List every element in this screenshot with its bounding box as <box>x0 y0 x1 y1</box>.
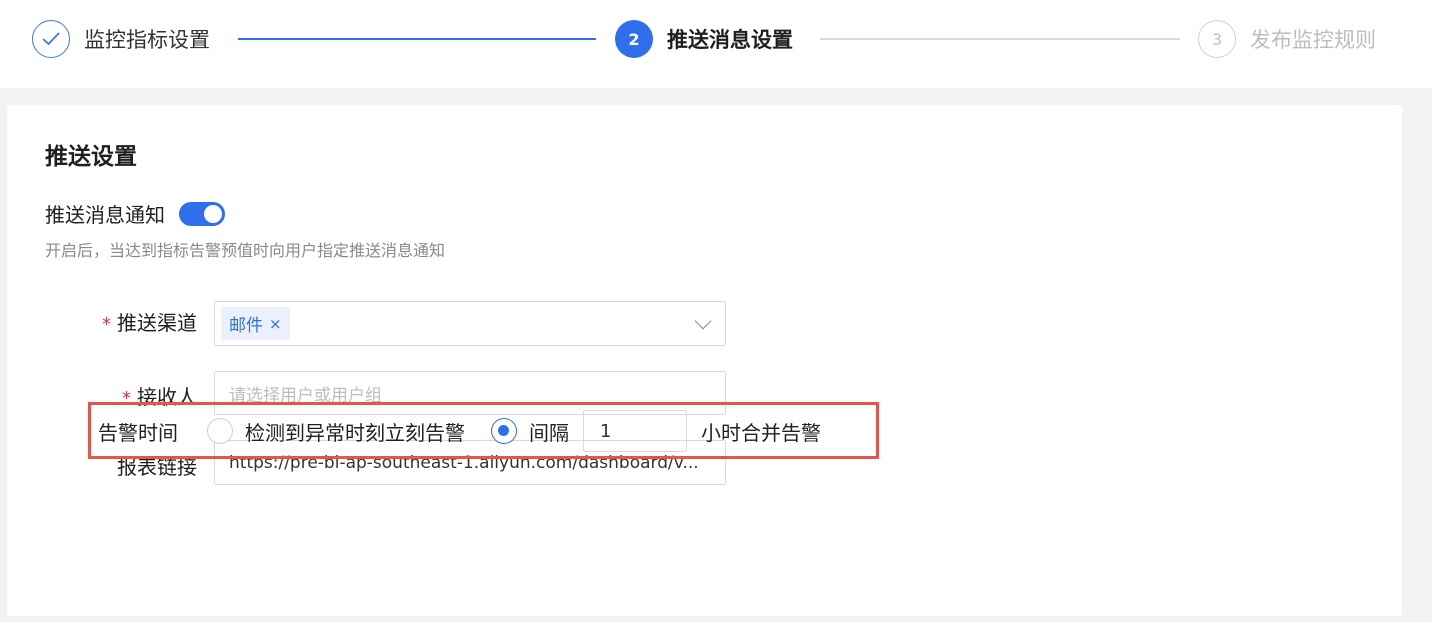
step-connector-2 <box>820 38 1180 40</box>
radio-interval-label[interactable]: 间隔 <box>529 417 569 446</box>
step-3[interactable]: 3 发布监控规则 <box>1198 20 1376 58</box>
radio-immediate[interactable] <box>207 418 233 444</box>
step-connector-1 <box>238 38 596 40</box>
step-2-number: 2 <box>615 20 653 58</box>
push-toggle-description: 开启后，当达到指标告警预值时向用户指定推送消息通知 <box>45 241 446 260</box>
push-toggle-switch[interactable] <box>179 201 225 226</box>
alert-time-row: 告警时间 检测到异常时刻立刻告警 间隔 1 小时合并告警 <box>98 410 821 452</box>
check-icon <box>32 20 70 58</box>
step-1[interactable]: 监控指标设置 <box>32 20 210 58</box>
channel-label-text: 推送渠道 <box>117 311 197 335</box>
section-title: 推送设置 <box>45 144 137 170</box>
channel-select[interactable]: 邮件 × <box>214 301 726 346</box>
radio-interval[interactable] <box>491 418 517 444</box>
switch-knob <box>204 204 222 223</box>
interval-suffix: 小时合并告警 <box>701 420 821 445</box>
push-toggle-label: 推送消息通知 <box>45 203 165 227</box>
step-2-title: 推送消息设置 <box>667 28 793 52</box>
close-icon[interactable]: × <box>269 315 282 333</box>
channel-tag: 邮件 × <box>221 307 290 340</box>
required-mark: * <box>102 314 111 335</box>
step-1-title: 监控指标设置 <box>84 28 210 52</box>
channel-label: * 推送渠道 <box>7 307 197 336</box>
chevron-down-icon[interactable] <box>694 312 712 330</box>
interval-hours-input[interactable]: 1 <box>583 410 687 452</box>
step-3-title: 发布监控规则 <box>1250 28 1376 52</box>
alert-time-label: 告警时间 <box>98 420 178 445</box>
push-toggle-row: 推送消息通知 <box>45 199 225 228</box>
step-3-number: 3 <box>1198 20 1236 58</box>
radio-immediate-label[interactable]: 检测到异常时刻立刻告警 <box>245 417 465 446</box>
step-2[interactable]: 2 推送消息设置 <box>615 20 793 58</box>
push-settings-card: 推送设置 推送消息通知 开启后，当达到指标告警预值时向用户指定推送消息通知 * 推… <box>7 105 1402 616</box>
channel-tag-label: 邮件 <box>229 316 263 336</box>
steps-bar: 监控指标设置 2 推送消息设置 3 发布监控规则 <box>0 0 1432 88</box>
